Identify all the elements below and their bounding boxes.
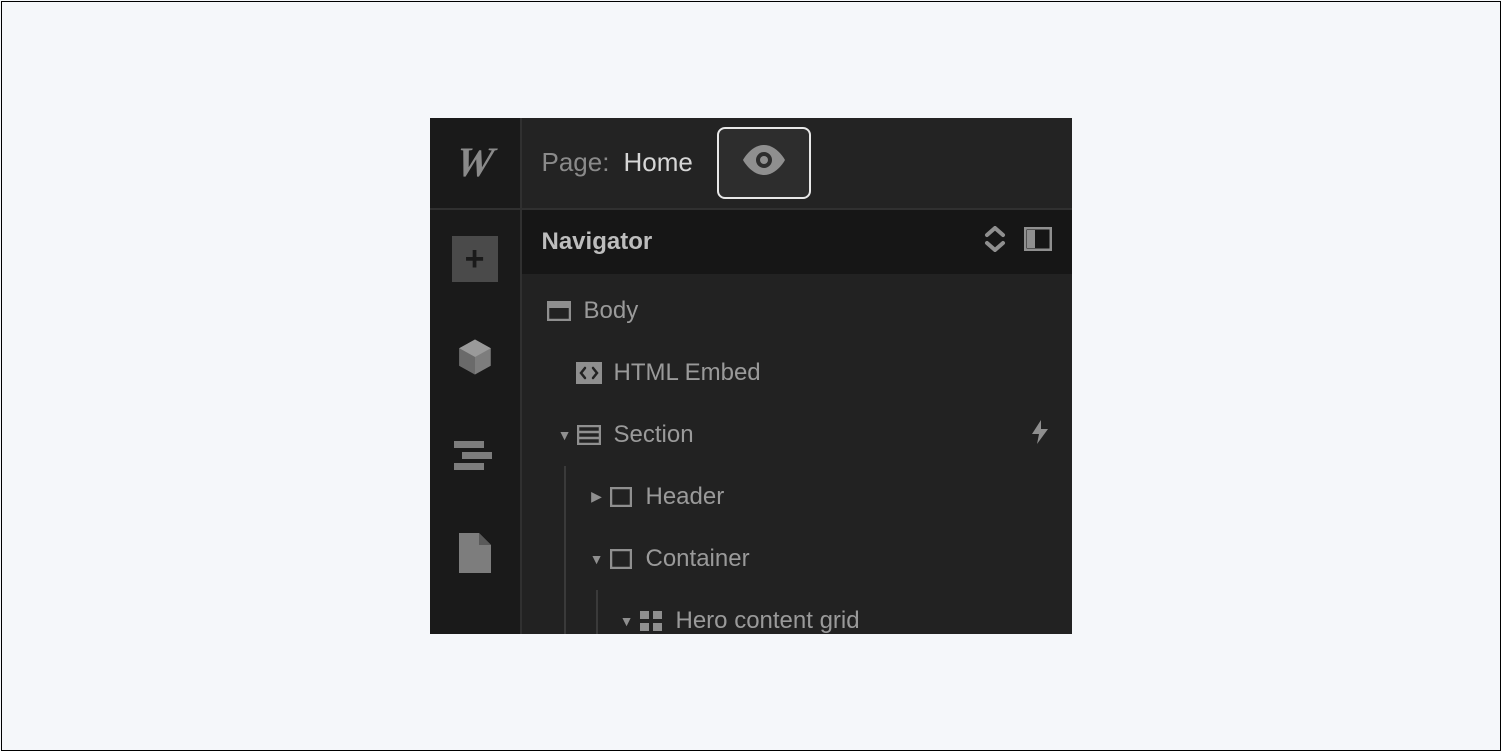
section-icon	[574, 425, 604, 445]
tree-label: Body	[584, 297, 639, 325]
panel-dock-icon	[1024, 227, 1052, 256]
caret-down-icon[interactable]: ▼	[556, 427, 574, 443]
add-element-button[interactable]: +	[430, 210, 520, 308]
collapse-icon	[984, 226, 1006, 257]
components-button[interactable]	[430, 308, 520, 406]
preview-button[interactable]	[717, 127, 811, 199]
plus-icon: +	[452, 236, 498, 282]
interaction-bolt-icon[interactable]	[1032, 420, 1048, 450]
tree-node-hero-grid[interactable]: ▼ Hero content grid	[522, 590, 1072, 634]
designer-panel: W +	[430, 118, 1072, 634]
navigator-lines-icon	[454, 439, 496, 471]
tree-label: Hero content grid	[676, 607, 860, 634]
tree-node-header[interactable]: ▶ Header	[522, 466, 1072, 528]
collapse-all-button[interactable]	[984, 226, 1006, 257]
page-icon	[457, 531, 493, 575]
tree-node-section[interactable]: ▼ Section	[522, 404, 1072, 466]
tree-label: Container	[646, 545, 750, 573]
div-icon	[606, 487, 636, 507]
pages-button[interactable]	[430, 504, 520, 602]
caret-down-icon[interactable]: ▼	[588, 551, 606, 567]
tree-node-container[interactable]: ▼ Container	[522, 528, 1072, 590]
navigator-tree: Body HTML Embed ▼	[522, 274, 1072, 634]
topbar: Page: Home	[522, 118, 1072, 210]
tree-node-html-embed[interactable]: HTML Embed	[522, 342, 1072, 404]
navigator-title: Navigator	[542, 228, 966, 256]
div-icon	[606, 549, 636, 569]
dock-panel-button[interactable]	[1024, 227, 1052, 256]
left-sidebar: W +	[430, 118, 522, 634]
navigator-button[interactable]	[430, 406, 520, 504]
logo-slot: W	[430, 118, 520, 210]
cube-icon	[454, 336, 496, 378]
tree-label: HTML Embed	[614, 359, 761, 387]
navigator-header: Navigator	[522, 210, 1072, 274]
caret-right-icon[interactable]: ▶	[588, 488, 606, 505]
webflow-logo-icon[interactable]: W	[452, 139, 496, 187]
tree-label: Header	[646, 483, 725, 511]
page-frame: W +	[1, 1, 1501, 751]
page-label: Page:	[542, 147, 610, 178]
page-name-dropdown[interactable]: Home	[623, 147, 692, 178]
eye-icon	[741, 145, 787, 180]
tree-node-body[interactable]: Body	[522, 280, 1072, 342]
body-icon	[544, 301, 574, 321]
grid-icon	[636, 611, 666, 631]
tree-label: Section	[614, 421, 694, 449]
caret-down-icon[interactable]: ▼	[618, 613, 636, 629]
embed-icon	[574, 362, 604, 384]
right-column: Page: Home Navigator	[522, 118, 1072, 634]
